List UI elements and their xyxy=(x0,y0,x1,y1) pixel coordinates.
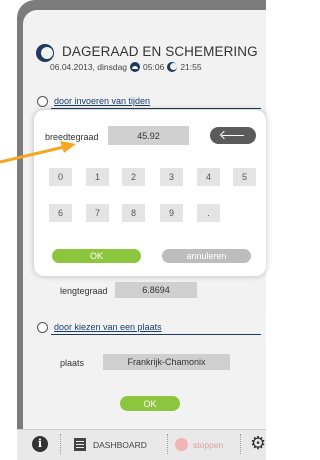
separator xyxy=(60,434,61,454)
dashboard-icon[interactable] xyxy=(74,438,86,451)
key-7[interactable]: 7 xyxy=(86,204,109,222)
divider xyxy=(51,334,261,335)
stop-label[interactable]: stoppen xyxy=(193,440,223,450)
key-2[interactable]: 2 xyxy=(122,168,145,186)
keypad-cancel-button[interactable]: annuleren xyxy=(162,249,251,263)
key-decimal[interactable]: . xyxy=(197,204,220,222)
key-3[interactable]: 3 xyxy=(160,168,183,186)
option-enter-times-label[interactable]: door invoeren van tijden xyxy=(54,96,150,106)
latitude-input[interactable]: 45.92 xyxy=(108,126,189,145)
place-label: plaats xyxy=(60,358,85,368)
keypad-ok-button[interactable]: OK xyxy=(52,249,141,263)
page-title: DAGERAAD EN SCHEMERING xyxy=(62,44,258,59)
sunset-time: 21:55 xyxy=(180,62,202,72)
radio-enter-times[interactable] xyxy=(37,96,48,107)
backspace-button[interactable] xyxy=(210,127,256,144)
info-icon[interactable]: i xyxy=(32,436,48,452)
radio-choose-place[interactable] xyxy=(37,322,48,333)
key-9[interactable]: 9 xyxy=(160,204,183,222)
divider xyxy=(51,108,261,109)
date-line: 06.04.2013, dinsdag 05:06 21:55 xyxy=(50,62,202,72)
moon-logo-icon xyxy=(36,44,54,62)
option-choose-place-label[interactable]: door kiezen van een plaats xyxy=(54,322,162,332)
sunset-icon xyxy=(167,62,178,72)
latitude-keypad-dialog: breedtegraad 45.92 0 1 2 3 4 5 6 7 8 9 .… xyxy=(34,110,266,276)
dashboard-label[interactable]: DASHBOARD xyxy=(93,440,147,450)
key-5[interactable]: 5 xyxy=(233,168,256,186)
key-6[interactable]: 6 xyxy=(49,204,72,222)
separator xyxy=(240,434,241,454)
stop-icon[interactable] xyxy=(175,438,188,451)
annotation-arrow xyxy=(0,141,76,164)
date-text: 06.04.2013, dinsdag xyxy=(50,62,128,72)
sunrise-time: 05:06 xyxy=(143,62,165,72)
longitude-label: lengtegraad xyxy=(60,286,108,296)
key-8[interactable]: 8 xyxy=(122,204,145,222)
key-1[interactable]: 1 xyxy=(86,168,109,186)
bottom-toolbar: i DASHBOARD stoppen ⚙ xyxy=(17,429,266,460)
place-select[interactable]: Frankrijk-Chamonix xyxy=(103,354,230,370)
sunrise-icon xyxy=(130,62,141,72)
longitude-field[interactable]: 6.8694 xyxy=(115,282,197,298)
gear-icon[interactable]: ⚙ xyxy=(250,435,266,453)
key-0[interactable]: 0 xyxy=(49,168,72,186)
key-4[interactable]: 4 xyxy=(197,168,220,186)
separator xyxy=(167,434,168,454)
ok-button[interactable]: OK xyxy=(120,396,180,411)
